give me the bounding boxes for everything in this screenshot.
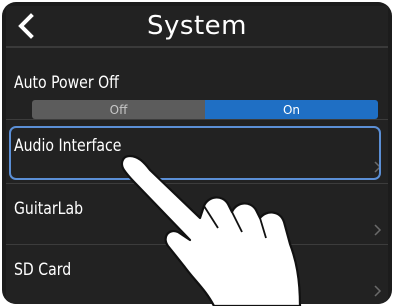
setting-label-auto-power-off: Auto Power Off xyxy=(14,73,119,93)
auto-power-off-toggle: Off On xyxy=(32,100,378,119)
toggle-option-on[interactable]: On xyxy=(205,100,378,119)
toggle-option-off[interactable]: Off xyxy=(32,100,205,119)
setting-label-guitarlab: GuitarLab xyxy=(14,199,84,219)
title-bar: System xyxy=(6,6,388,48)
pointing-hand-icon xyxy=(120,154,302,306)
setting-label-sd-card: SD Card xyxy=(14,260,72,280)
page-title: System xyxy=(147,11,247,41)
